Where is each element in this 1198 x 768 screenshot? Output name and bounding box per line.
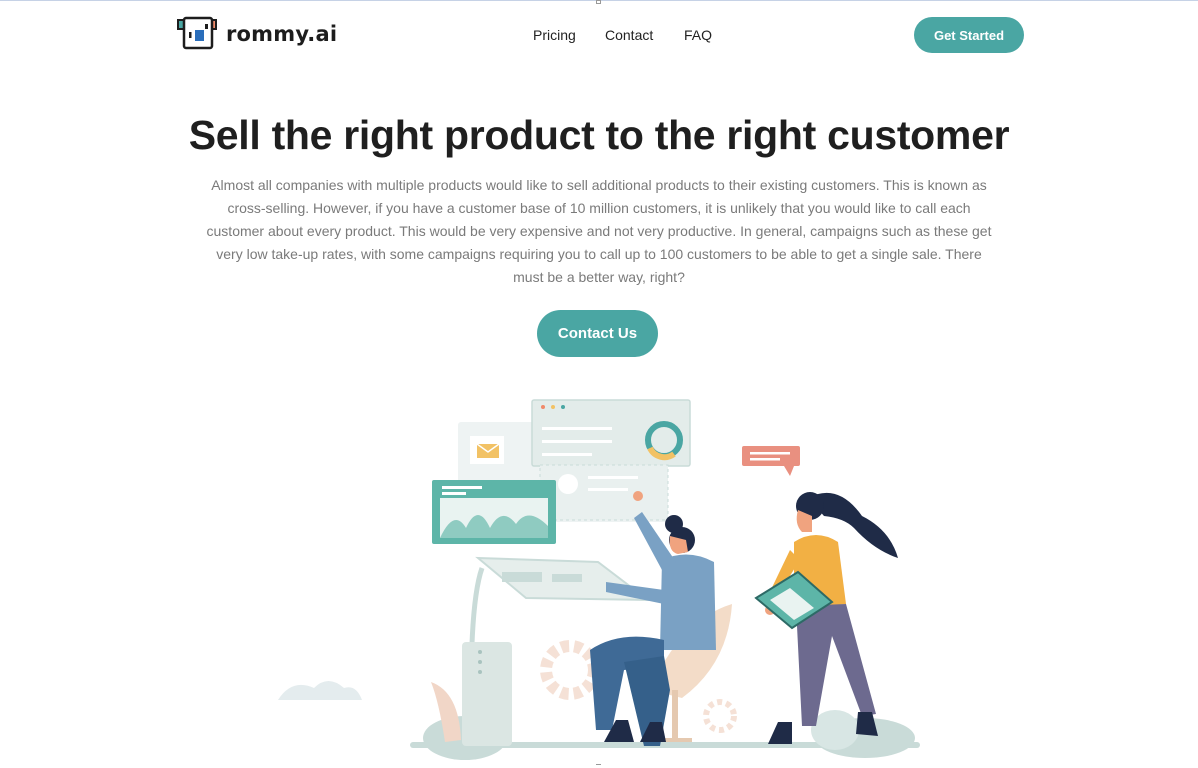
nav-item-faq[interactable]: FAQ bbox=[684, 27, 712, 43]
contact-us-button[interactable]: Contact Us bbox=[537, 310, 658, 357]
hero-title: Sell the right product to the right cust… bbox=[188, 112, 1010, 158]
logo[interactable]: rommy.ai bbox=[176, 16, 337, 52]
nav-item-pricing[interactable]: Pricing bbox=[533, 27, 576, 43]
brand-name: rommy.ai bbox=[226, 22, 338, 46]
get-started-button[interactable]: Get Started bbox=[914, 17, 1024, 53]
office-people-dashboard-illustration bbox=[278, 399, 920, 760]
nav-item-contact[interactable]: Contact bbox=[605, 27, 653, 43]
site-header: rommy.ai Pricing Contact FAQ Get Started bbox=[0, 0, 1198, 70]
resize-handle-bottom[interactable] bbox=[596, 764, 601, 768]
robot-logo-icon bbox=[177, 16, 217, 50]
hero-description: Almost all companies with multiple produ… bbox=[206, 177, 992, 285]
